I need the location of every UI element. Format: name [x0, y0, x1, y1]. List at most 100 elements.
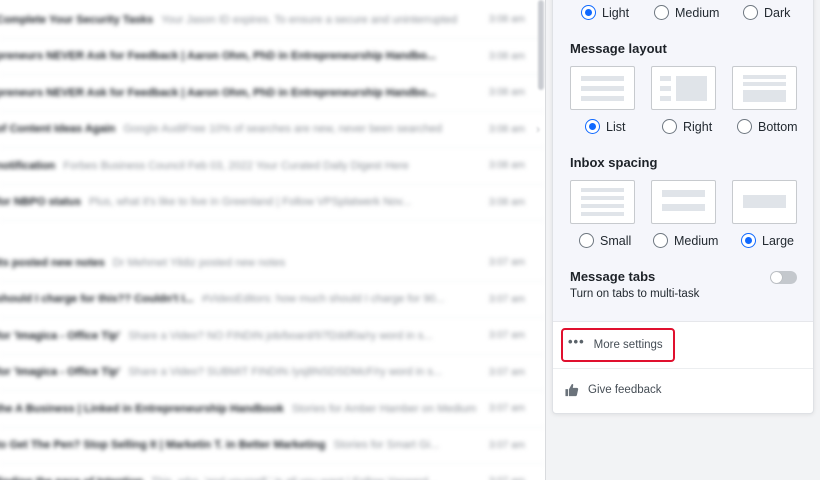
layout-bottom-preview[interactable]	[732, 66, 797, 110]
spacing-small-option[interactable]: Small	[579, 233, 631, 248]
layout-bottom-option[interactable]: Bottom	[737, 119, 798, 134]
radio-unchecked-icon[interactable]	[654, 5, 669, 20]
message-snippet: Stories for Smart Gi...	[333, 439, 440, 452]
message-time: 3:07 am	[488, 403, 525, 415]
theme-light-option[interactable]: Light	[581, 5, 629, 20]
message-subject: should I charge for this?? Couldn't I...	[0, 293, 194, 306]
layout-right-option[interactable]: Right	[662, 119, 712, 134]
message-row[interactable]: preneurs NEVER Ask for Feedback | Aaron …	[0, 39, 545, 75]
message-subject: of Content Ideas Again	[0, 123, 116, 136]
more-settings-button[interactable]: ••• More settings	[561, 328, 675, 362]
radio-unchecked-icon[interactable]	[737, 119, 752, 134]
radio-unchecked-icon[interactable]	[743, 5, 758, 20]
message-snippet: Share a Video? SUBMIT FINDIN /ysj8NSDSDM…	[128, 366, 443, 379]
message-subject: notification	[0, 159, 56, 172]
message-row[interactable]: for 'Imagica - Office Tip' Share a Video?…	[0, 355, 545, 391]
message-subject: finding the pace of Intention	[0, 476, 143, 480]
message-row[interactable]: for 'Imagica - Office Tip' Share a Video?…	[0, 318, 545, 355]
settings-options: Light Medium Dark Message layout List Ri…	[553, 0, 813, 322]
message-row[interactable]: should I charge for this?? Couldn't I...…	[0, 282, 545, 318]
message-row[interactable]: to Get The Pen? Stop Selling It | Market…	[0, 428, 545, 464]
thumbs-up-icon	[565, 384, 579, 397]
layout-bottom-label: Bottom	[758, 119, 798, 134]
radio-unchecked-icon[interactable]	[653, 233, 668, 248]
radio-checked-icon[interactable]	[741, 233, 756, 248]
spacing-medium-label: Medium	[674, 233, 719, 248]
spacing-radio-group: Small Medium Large	[553, 233, 815, 253]
message-subject: preneurs NEVER Ask for Feedback | Aaron …	[0, 50, 436, 63]
layout-right-preview[interactable]	[651, 66, 716, 110]
layout-right-label: Right	[683, 119, 713, 134]
panel-divider	[553, 368, 813, 369]
layout-list-preview[interactable]	[570, 66, 635, 110]
message-subject: for 'Imagica - Office Tip'	[0, 366, 121, 379]
message-snippet: Plus, what it's like to live in Greenlan…	[88, 196, 412, 209]
message-group-later: Its posted new notes Dr Mehmet Yildiz pos…	[0, 245, 545, 480]
ellipsis-icon: •••	[568, 334, 585, 349]
date-separator	[0, 221, 545, 245]
message-tabs-description: Turn on tabs to multi-task	[570, 288, 700, 300]
message-snippet: #VideoEditors: how much should I charge …	[201, 293, 445, 306]
inbox-spacing-heading: Inbox spacing	[570, 155, 658, 170]
message-subject: the A Business | Linked in Entrepreneurs…	[0, 402, 284, 415]
layout-list-option[interactable]: List	[585, 119, 625, 134]
message-time: 3:08 am	[488, 123, 525, 135]
message-time: 3:07 am	[488, 366, 525, 378]
spacing-large-option[interactable]: Large	[741, 233, 794, 248]
message-snippet: Forbes Business Council Feb 03, 2022 You…	[63, 159, 409, 172]
message-snippet: Your Jason ID expires. To ensure a secur…	[161, 13, 458, 26]
message-time: 3:07 am	[488, 439, 525, 451]
give-feedback-button[interactable]: Give feedback	[565, 383, 662, 397]
message-row[interactable]: Its posted new notes Dr Mehmet Yildiz pos…	[0, 245, 545, 282]
layout-list-label: List	[606, 119, 626, 134]
message-tabs-toggle[interactable]	[770, 271, 797, 284]
message-snippet: Share a Video? NO FINDIN job/board/97f2d…	[128, 329, 433, 342]
message-subject: Its posted new notes	[0, 256, 105, 269]
message-row[interactable]: the A Business | Linked in Entrepreneurs…	[0, 391, 545, 428]
spacing-large-label: Large	[762, 233, 794, 248]
theme-light-label: Light	[602, 5, 630, 20]
message-snippet: Dr Mehmet Yildiz posted new notes	[112, 256, 286, 269]
message-time: 3:08 am	[488, 50, 525, 62]
pane-divider	[545, 0, 546, 480]
more-settings-label: More settings	[593, 339, 663, 351]
message-subject: Complete Your Security Tasks	[0, 13, 154, 26]
view-settings-panel: Light Medium Dark Message layout List Ri…	[552, 0, 814, 414]
message-tabs-heading: Message tabs	[570, 269, 656, 284]
message-row[interactable]: notification Forbes Business Council Feb …	[0, 148, 545, 185]
spacing-medium-preview[interactable]	[651, 180, 716, 224]
radio-unchecked-icon[interactable]	[662, 119, 677, 134]
layout-radio-group: List Right Bottom	[553, 119, 815, 139]
message-time: 3:07 am	[488, 330, 525, 342]
theme-medium-option[interactable]: Medium	[654, 5, 719, 20]
message-subject: to Get The Pen? Stop Selling It | Market…	[0, 439, 326, 452]
message-time: 3:07 am	[489, 476, 525, 480]
give-feedback-label: Give feedback	[588, 384, 662, 396]
message-subject: for NBPO status	[0, 196, 81, 209]
message-row[interactable]: Complete Your Security Tasks Your Jason I…	[0, 2, 545, 39]
message-time: 3:08 am	[488, 196, 525, 208]
spacing-small-preview[interactable]	[570, 180, 635, 224]
radio-checked-icon[interactable]	[585, 119, 600, 134]
theme-medium-label: Medium	[675, 5, 720, 20]
spacing-large-preview[interactable]	[732, 180, 797, 224]
message-row[interactable]: of Content Ideas Again Google AudiFree 10…	[0, 112, 545, 148]
radio-checked-icon[interactable]	[581, 5, 596, 20]
message-layout-heading: Message layout	[570, 41, 667, 56]
message-group-earlier: Complete Your Security Tasks Your Jason I…	[0, 2, 545, 221]
message-list: Complete Your Security Tasks Your Jason I…	[0, 0, 545, 480]
theme-dark-option[interactable]: Dark	[743, 5, 790, 20]
message-subject: for 'Imagica - Office Tip'	[0, 329, 121, 342]
spacing-medium-option[interactable]: Medium	[653, 233, 718, 248]
message-time: 3:08 am	[488, 87, 525, 99]
message-row[interactable]: for NBPO status Plus, what it's like to l…	[0, 185, 545, 221]
radio-unchecked-icon[interactable]	[579, 233, 594, 248]
message-time: 3:08 am	[488, 14, 525, 26]
message-row[interactable]: finding the pace of Intention This, who, …	[0, 464, 545, 480]
message-snippet: Google AudiFree 10% of searches are new,…	[123, 123, 442, 136]
message-row[interactable]: preneurs NEVER Ask for Feedback | Aaron …	[0, 75, 545, 112]
message-list-scrollbar[interactable]	[538, 0, 544, 90]
spacing-small-label: Small	[600, 233, 632, 248]
chevron-right-icon[interactable]: ›	[536, 122, 540, 136]
message-rows: Complete Your Security Tasks Your Jason I…	[0, 0, 545, 480]
